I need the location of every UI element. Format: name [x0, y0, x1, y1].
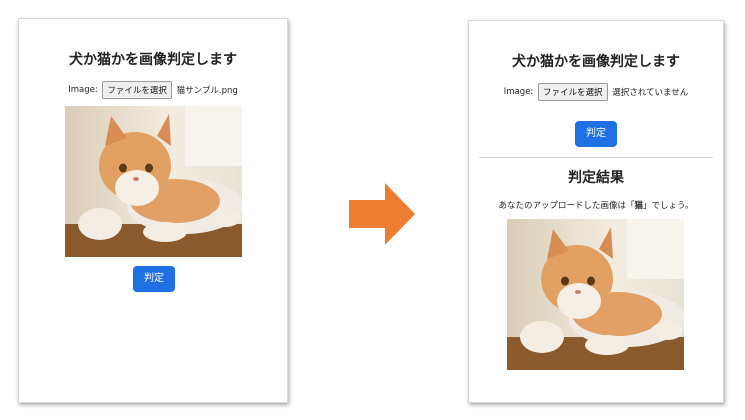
- choose-file-button[interactable]: ファイルを選択: [537, 83, 608, 101]
- result-suffix: 」でしょう。: [643, 201, 694, 211]
- result-image: [507, 219, 684, 370]
- page-title: 犬か猫かを画像判定します: [512, 54, 680, 70]
- file-input-row: Image: ファイルを選択 選択されていません: [469, 83, 723, 101]
- selected-file-name: 猫サンプル.png: [176, 86, 238, 96]
- file-input-label: Image:: [503, 87, 534, 97]
- judge-button[interactable]: 判定: [575, 121, 617, 147]
- page-title: 犬か猫かを画像判定します: [69, 52, 237, 68]
- choose-file-button[interactable]: ファイルを選択: [102, 81, 172, 99]
- upload-page-before: 犬か猫かを画像判定します Image: ファイルを選択 猫サンプル.png 判定: [18, 18, 288, 403]
- judge-button[interactable]: 判定: [133, 266, 175, 292]
- result-prefix: あなたのアップロードした画像は「: [498, 201, 635, 211]
- file-input-row: Image: ファイルを選択 猫サンプル.png: [19, 81, 287, 99]
- preview-image: [65, 106, 242, 257]
- kitten-photo: [507, 219, 684, 370]
- result-message: あなたのアップロードした画像は「猫」でしょう。: [469, 199, 723, 211]
- kitten-photo: [65, 106, 242, 257]
- upload-page-after: 犬か猫かを画像判定します Image: ファイルを選択 選択されていません 判定…: [468, 20, 724, 403]
- result-heading: 判定結果: [568, 170, 624, 186]
- file-input-label: Image:: [68, 85, 98, 95]
- right-arrow-icon: [349, 183, 415, 245]
- result-value: 猫: [634, 201, 644, 211]
- selected-file-name: 選択されていません: [612, 88, 689, 98]
- section-divider: [479, 157, 713, 158]
